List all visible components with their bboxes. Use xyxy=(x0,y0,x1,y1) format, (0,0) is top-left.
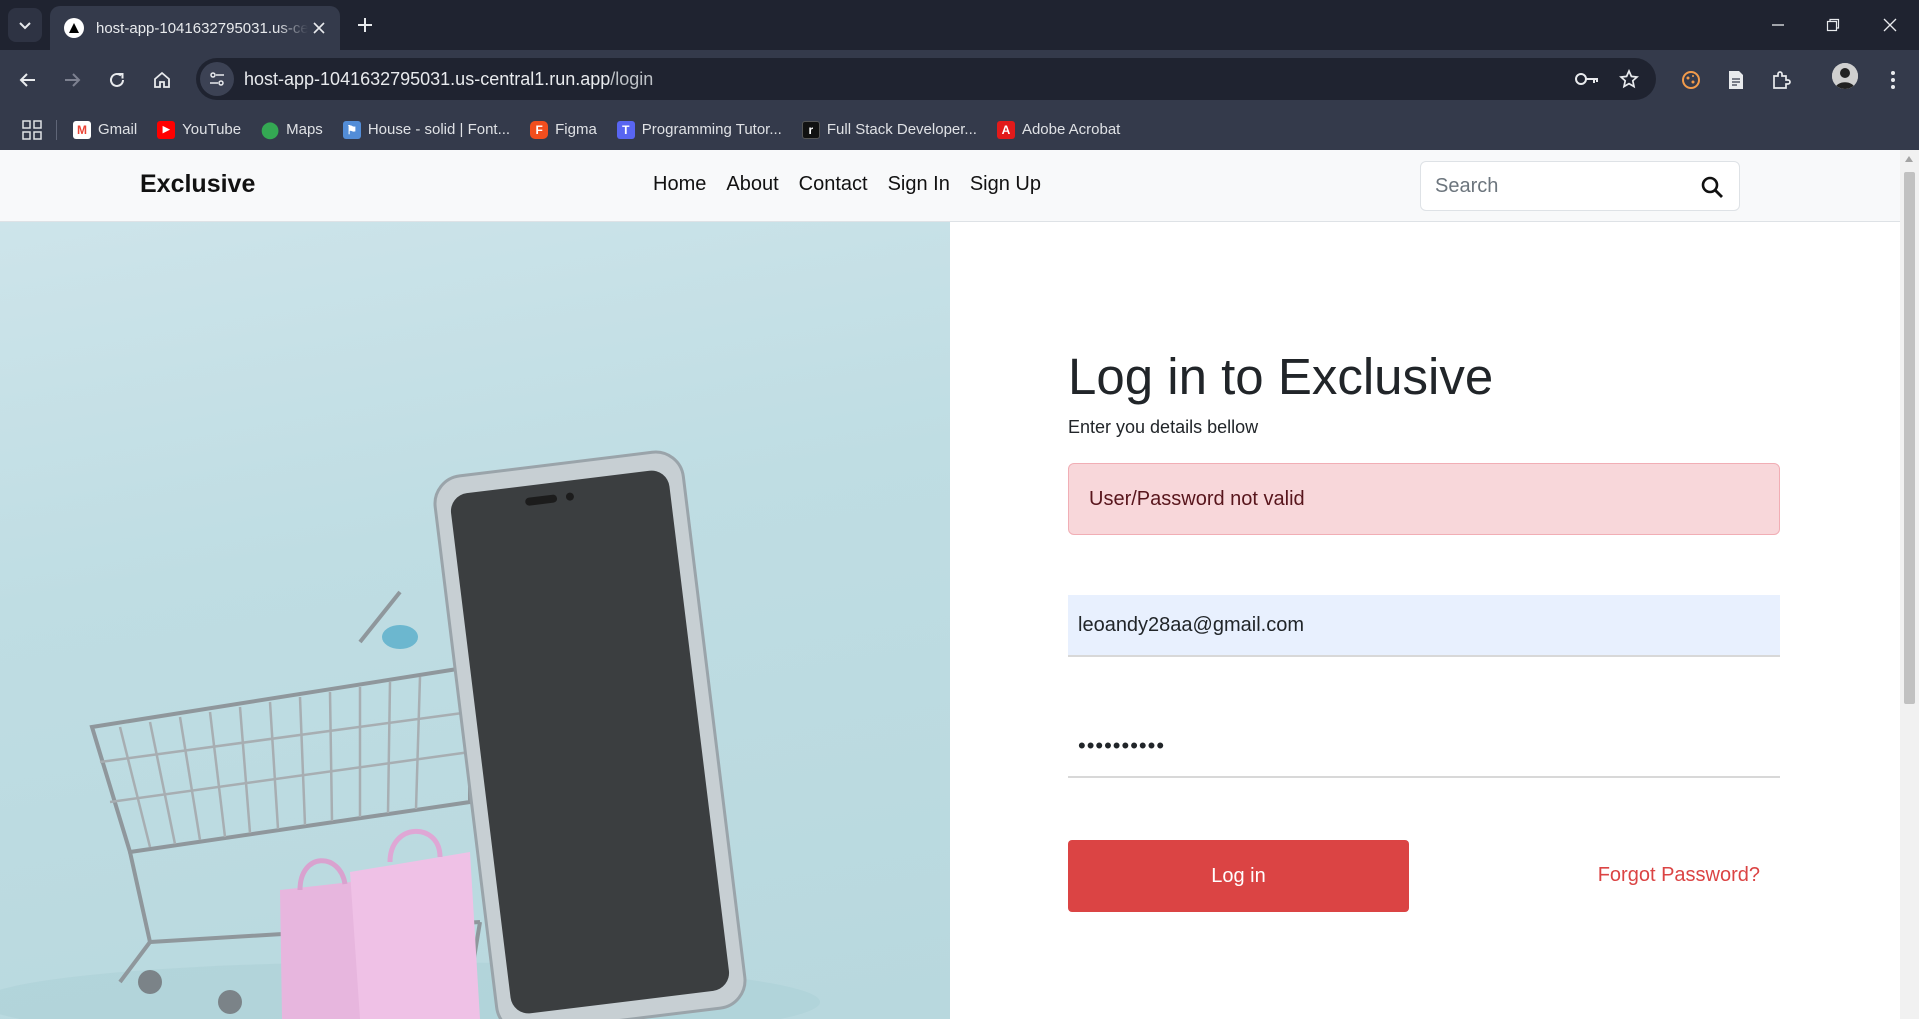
plus-icon xyxy=(358,18,372,32)
document-extension-icon[interactable] xyxy=(1720,64,1752,96)
phone-cart-illustration xyxy=(0,450,820,1019)
search-icon xyxy=(1701,176,1723,198)
browser-toolbar: host-app-1041632795031.us-central1.run.a… xyxy=(0,50,1919,109)
password-field[interactable] xyxy=(1068,716,1780,778)
chevron-down-icon xyxy=(19,22,31,30)
login-button[interactable]: Log in xyxy=(1068,840,1409,912)
reload-button[interactable] xyxy=(101,64,133,96)
url-text: host-app-1041632795031.us-central1.run.a… xyxy=(244,69,653,90)
arrow-right-icon xyxy=(65,73,81,87)
youtube-icon: ▶ xyxy=(157,120,176,139)
arrow-left-icon xyxy=(19,73,35,87)
cookie-extension-icon[interactable] xyxy=(1675,64,1707,96)
forgot-password-link[interactable]: Forgot Password? xyxy=(1598,864,1760,887)
restore-icon xyxy=(1826,18,1840,32)
scroll-up-arrow-icon[interactable] xyxy=(1905,156,1913,162)
bookmark-programming-tutor[interactable]: T Programming Tutor... xyxy=(616,120,782,139)
minimize-icon xyxy=(1772,24,1784,26)
bookmark-fontawesome[interactable]: ⚑ House - solid | Font... xyxy=(342,120,511,139)
bookmark-figma[interactable]: F Figma xyxy=(530,120,597,139)
login-subtitle: Enter you details bellow xyxy=(1068,417,1259,437)
tab-search-button[interactable] xyxy=(8,8,42,42)
bookmark-youtube[interactable]: ▶ YouTube xyxy=(157,120,242,139)
bookmark-gmail[interactable]: M Gmail xyxy=(73,120,138,139)
site-header: Exclusive Home About Contact Sign In Sig… xyxy=(0,150,1900,222)
bookmark-label: Figma xyxy=(555,121,597,138)
bookmark-label: Full Stack Developer... xyxy=(826,121,977,138)
close-icon xyxy=(1883,18,1897,32)
apps-grid-icon[interactable] xyxy=(22,119,42,140)
hero-image xyxy=(0,222,950,1019)
url-path: /login xyxy=(610,68,654,89)
bookmark-label: Gmail xyxy=(98,121,138,138)
bookmark-fullstack[interactable]: r Full Stack Developer... xyxy=(801,120,977,139)
fullstack-icon: r xyxy=(801,120,820,139)
minimize-window-button[interactable] xyxy=(1758,10,1798,40)
triangle-favicon-icon xyxy=(64,18,84,38)
forward-button[interactable] xyxy=(56,64,88,96)
bookmarks-separator xyxy=(56,119,57,140)
acrobat-icon: A xyxy=(996,120,1015,139)
url-host: host-app-1041632795031.us-central1.run.a… xyxy=(244,68,611,89)
error-alert: User/Password not valid xyxy=(1068,463,1780,535)
nav-about[interactable]: About xyxy=(726,173,778,196)
more-menu-icon[interactable] xyxy=(1877,64,1909,96)
figma-icon: F xyxy=(530,120,549,139)
close-window-button[interactable] xyxy=(1870,10,1910,40)
restore-window-button[interactable] xyxy=(1813,10,1853,40)
login-title: Log in to Exclusive xyxy=(1068,348,1494,405)
close-tab-icon[interactable] xyxy=(308,17,330,39)
profile-avatar[interactable] xyxy=(1832,63,1858,89)
site-settings-icon[interactable] xyxy=(200,62,234,96)
brand-logo[interactable]: Exclusive xyxy=(140,170,255,199)
extensions-puzzle-icon[interactable] xyxy=(1765,64,1797,96)
address-bar[interactable]: host-app-1041632795031.us-central1.run.a… xyxy=(196,58,1656,100)
new-tab-button[interactable] xyxy=(352,12,378,38)
tab-title: host-app-1041632795031.us-central1.run.a… xyxy=(96,19,309,37)
main-nav: Home About Contact Sign In Sign Up xyxy=(653,173,1061,196)
email-field[interactable] xyxy=(1068,595,1780,657)
nav-sign-in[interactable]: Sign In xyxy=(888,173,950,196)
bookmark-label: YouTube xyxy=(182,121,242,138)
reload-icon xyxy=(110,72,124,87)
bookmark-label: House - solid | Font... xyxy=(367,121,511,138)
back-button[interactable] xyxy=(12,64,44,96)
nav-contact[interactable]: Contact xyxy=(799,173,868,196)
nav-home[interactable]: Home xyxy=(653,173,706,196)
home-button[interactable] xyxy=(146,64,178,96)
browser-tab-bar: host-app-1041632795031.us-central1.run.a… xyxy=(0,0,1919,50)
page-scrollbar[interactable] xyxy=(1900,150,1919,1019)
gmail-icon: M xyxy=(73,120,91,139)
scroll-thumb[interactable] xyxy=(1904,172,1915,704)
search-box xyxy=(1420,161,1740,211)
programming-tutor-icon: T xyxy=(616,120,635,139)
search-button[interactable] xyxy=(1699,174,1725,200)
home-icon xyxy=(154,71,170,88)
star-bookmark-icon[interactable] xyxy=(1614,64,1644,94)
bookmark-maps[interactable]: ⬤ Maps xyxy=(261,121,323,139)
bookmark-label: Maps xyxy=(286,121,323,138)
page-viewport: Exclusive Home About Contact Sign In Sig… xyxy=(0,150,1919,1019)
browser-tab[interactable]: host-app-1041632795031.us-central1.run.a… xyxy=(50,6,340,50)
nav-sign-up[interactable]: Sign Up xyxy=(970,173,1041,196)
maps-icon: ⬤ xyxy=(261,121,280,139)
bookmark-label: Adobe Acrobat xyxy=(1021,121,1121,138)
bookmark-label: Programming Tutor... xyxy=(641,121,782,138)
bookmark-acrobat[interactable]: A Adobe Acrobat xyxy=(996,120,1121,139)
password-key-icon[interactable] xyxy=(1572,64,1602,94)
fontawesome-icon: ⚑ xyxy=(342,120,361,139)
search-input[interactable] xyxy=(1421,174,1681,198)
bookmarks-bar: M Gmail ▶ YouTube ⬤ Maps ⚑ House - solid | F… xyxy=(0,109,1919,150)
